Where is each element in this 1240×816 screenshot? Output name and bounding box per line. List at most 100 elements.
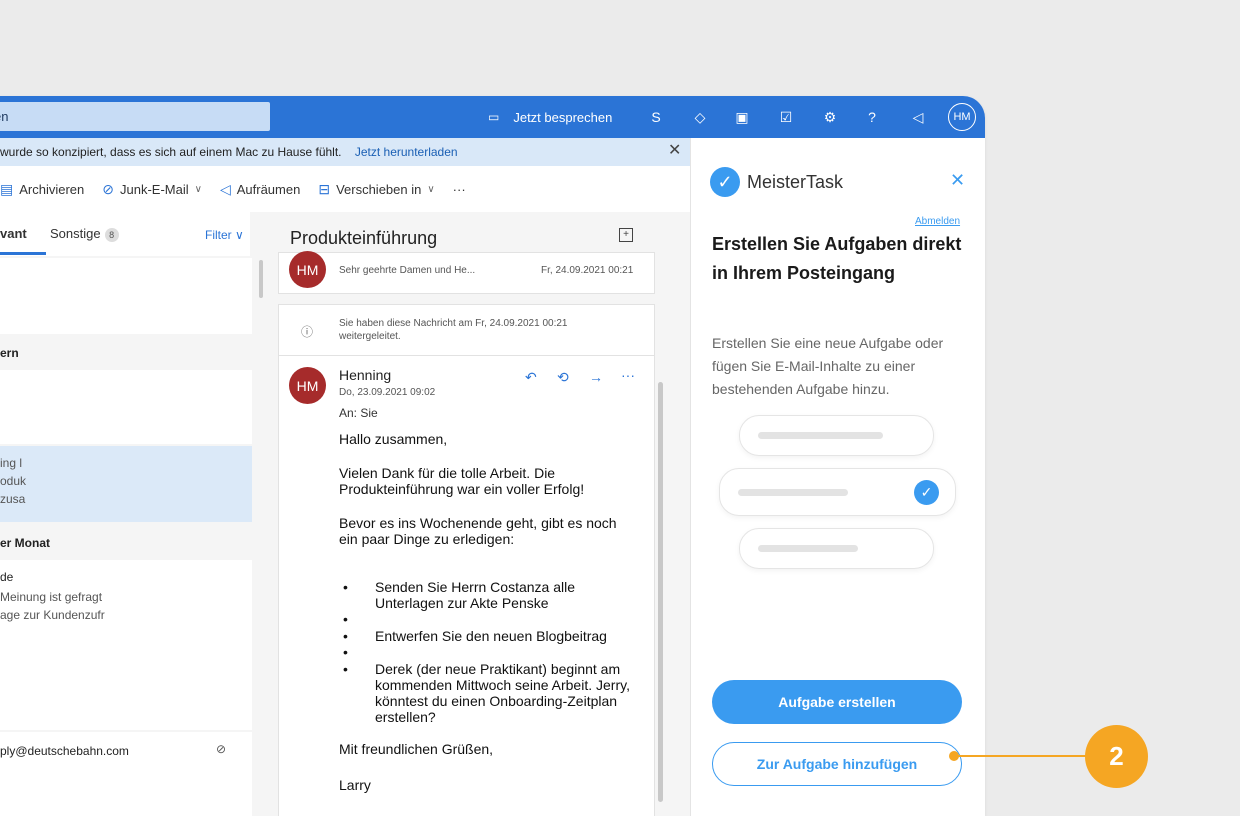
placeholder-bar xyxy=(758,545,858,552)
list-item-preview: zusa xyxy=(0,492,26,506)
expand-icon[interactable]: + xyxy=(619,228,633,242)
reply-icon[interactable]: ↶ xyxy=(525,369,537,386)
info-icon: ⓘ xyxy=(301,325,314,339)
message-greeting: Hallo zusammen, xyxy=(339,431,448,447)
previous-date: Fr, 24.09.2021 00:21 xyxy=(541,265,634,276)
list-item-sender: ply@deutschebahn.com xyxy=(0,744,129,758)
diamond-icon[interactable]: ◇ xyxy=(690,107,710,127)
message-signature: Larry xyxy=(339,777,371,793)
list-item[interactable] xyxy=(0,370,252,444)
sender-avatar: HM xyxy=(289,367,326,404)
bullet: • xyxy=(343,579,348,595)
forward-icon[interactable]: → xyxy=(589,369,603,385)
close-icon[interactable]: ✕ xyxy=(950,170,965,191)
check-icon: ✓ xyxy=(914,480,939,505)
previous-message-card[interactable]: HM Sehr geehrte Damen und He... Fr, 24.0… xyxy=(278,251,655,294)
active-tab-indicator xyxy=(0,252,46,255)
chevron-down-icon: ∨ xyxy=(194,183,202,195)
command-toolbar: ▤ Archivieren ⊘ Junk-E-Mail ∨ ◁ Aufräume… xyxy=(0,166,690,212)
logout-link[interactable]: Abmelden xyxy=(915,216,960,227)
reply-all-icon[interactable]: ⟲ xyxy=(557,369,569,386)
list-item-subject: Meinung ist gefragt xyxy=(0,590,103,604)
list-item-sender: ing l xyxy=(0,456,23,470)
folder-move-icon: ⊟ xyxy=(318,180,331,197)
task-illustration-card xyxy=(739,528,934,569)
block-icon: ⊘ xyxy=(102,180,114,197)
list-item[interactable]: ply@deutschebahn.com ⊘ xyxy=(0,732,252,816)
todo-icon[interactable]: ☑ xyxy=(776,107,796,127)
task-illustration-card: ✓ xyxy=(719,468,956,516)
group-header: er Monat xyxy=(0,536,51,550)
reading-pane: Produkteinführung + HM Sehr geehrte Dame… xyxy=(270,212,690,816)
skype-icon[interactable]: S xyxy=(646,107,666,127)
forward-note: Sie haben diese Nachricht am Fr, 24.09.2… xyxy=(339,318,568,342)
callout-dot xyxy=(949,751,959,761)
message-paragraph: Vielen Dank für die tolle Arbeit. Die Pr… xyxy=(339,465,585,497)
more-icon[interactable]: ··· xyxy=(621,367,635,383)
bullet: • xyxy=(343,611,348,627)
bullet-item: Derek (der neue Praktikant) beginnt am k… xyxy=(375,661,630,725)
archive-button[interactable]: ▤ Archivieren xyxy=(0,181,84,198)
archive-label: Archivieren xyxy=(19,181,85,197)
banner-text: wurde so konzipiert, dass es sich auf ei… xyxy=(0,145,342,159)
help-icon[interactable]: ? xyxy=(862,107,882,127)
bullet-item: Senden Sie Herrn Costanza alle Unterlage… xyxy=(375,579,576,611)
move-to-label: Verschieben in xyxy=(336,181,422,197)
search-input[interactable]: en xyxy=(0,102,270,131)
previous-preview: Sehr geehrte Damen und He... xyxy=(339,265,476,276)
create-task-button[interactable]: Aufgabe erstellen xyxy=(712,680,962,724)
list-item-selected[interactable]: ing l oduk zusa xyxy=(0,446,252,522)
inbox-tabs: vant Sonstige 8 Filter ∨ xyxy=(0,212,250,256)
divider xyxy=(279,355,654,356)
sender-avatar: HM xyxy=(289,251,326,288)
panel-description: Erstellen Sie eine neue Aufgabe oder füg… xyxy=(712,335,944,397)
message-subject: Produkteinführung xyxy=(290,228,438,248)
task-illustration-card xyxy=(739,415,934,456)
sender-name: Henning xyxy=(339,367,392,383)
list-item-sender: de xyxy=(0,570,14,584)
filter-button[interactable]: Filter ∨ xyxy=(205,228,244,242)
placeholder-bar xyxy=(758,432,883,439)
message-closing: Mit freundlichen Grüßen, xyxy=(339,741,494,757)
junk-label: Junk-E-Mail xyxy=(120,181,189,197)
tab-other[interactable]: Sonstige 8 xyxy=(50,226,119,242)
bullet: • xyxy=(343,661,348,677)
top-bar: en ▭ Jetzt besprechen S ◇ ▣ ☑ ⚙ ? ◁ HM xyxy=(0,96,985,138)
list-scrollbar[interactable] xyxy=(259,260,263,298)
meet-now-button[interactable]: ▭ Jetzt besprechen xyxy=(488,96,612,138)
sweep-button[interactable]: ◁ Aufräumen xyxy=(220,181,300,198)
panel-heading: Erstellen Sie Aufgaben direkt in Ihrem P… xyxy=(712,234,962,283)
add-to-task-button[interactable]: Zur Aufgabe hinzufügen xyxy=(712,742,962,786)
message-card: ⓘ Sie haben diese Nachricht am Fr, 24.09… xyxy=(278,304,655,816)
junk-button[interactable]: ⊘ Junk-E-Mail ∨ xyxy=(102,181,202,198)
meet-now-label: Jetzt besprechen xyxy=(513,109,613,125)
message-date: Do, 23.09.2021 09:02 xyxy=(339,387,436,398)
settings-gear-icon[interactable]: ⚙ xyxy=(820,107,840,127)
recipient-line: An: Sie xyxy=(339,406,378,420)
bullet: • xyxy=(343,628,348,644)
video-icon: ▭ xyxy=(488,110,500,124)
list-item[interactable] xyxy=(0,258,252,334)
bullet: • xyxy=(343,644,348,660)
office-icon[interactable]: ▣ xyxy=(732,107,752,127)
reading-scrollbar[interactable] xyxy=(658,382,663,802)
banner-close-icon[interactable]: ✕ xyxy=(668,140,681,160)
chevron-down-icon: ∨ xyxy=(427,183,435,195)
megaphone-icon[interactable]: ◁ xyxy=(908,107,928,127)
paperclip-icon: ⊘ xyxy=(216,742,227,756)
outlook-window: en ▭ Jetzt besprechen S ◇ ▣ ☑ ⚙ ? ◁ HM w… xyxy=(0,96,985,816)
other-count-badge: 8 xyxy=(104,228,119,242)
download-link[interactable]: Jetzt herunterladen xyxy=(355,145,458,159)
more-actions-button[interactable]: ··· xyxy=(453,182,466,197)
archive-icon: ▤ xyxy=(0,180,14,197)
mac-banner: wurde so konzipiert, dass es sich auf ei… xyxy=(0,138,690,166)
move-to-button[interactable]: ⊟ Verschieben in ∨ xyxy=(318,181,434,198)
filter-label: Filter xyxy=(205,228,232,242)
meistertask-panel: ✓ MeisterTask ✕ Abmelden Erstellen Sie A… xyxy=(690,138,985,816)
callout-line xyxy=(954,755,1088,757)
list-item-subject: oduk xyxy=(0,474,27,488)
callout-badge: 2 xyxy=(1085,725,1148,788)
list-item[interactable]: de Meinung ist gefragt age zur Kundenzuf… xyxy=(0,560,252,730)
account-avatar[interactable]: HM xyxy=(948,103,976,131)
tab-focused[interactable]: vant xyxy=(0,226,27,241)
